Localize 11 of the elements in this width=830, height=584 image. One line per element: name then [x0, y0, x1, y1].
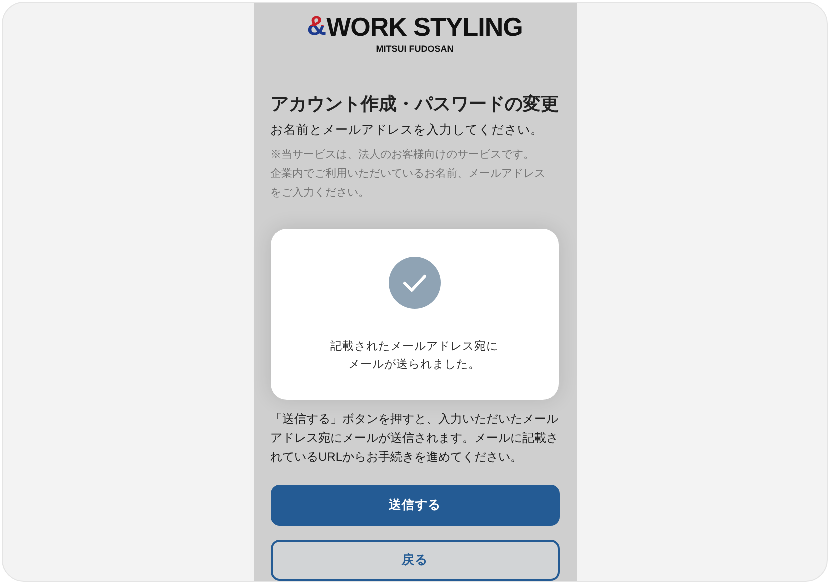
back-button[interactable]: 戻る — [270, 540, 560, 581]
check-icon — [388, 257, 440, 309]
page-title: アカウント作成・パスワードの変更 — [270, 92, 560, 115]
dialog-message: 記載されたメールアドレス宛にメールが送られました。 — [330, 339, 498, 373]
note-text: 企業内でご利用いただいているお名前、メールアドレスをご入力ください。 — [270, 166, 546, 201]
lead-text: お名前とメールアドレスを入力してください。 — [270, 122, 544, 139]
send-button[interactable]: 送信する — [270, 485, 560, 526]
logo-company: MITSUI FUDOSAN — [376, 43, 454, 56]
note-text: ※当サービスは、法人のお客様向けのサービスです。 — [270, 148, 536, 163]
instruction-text: 「送信する」ボタンを押すと、入力いただいたメールアドレス宛にメールが送信されます。メールに記載されているURLからお手続きを進めてください。 — [270, 411, 560, 466]
logo-wordmark: WORK STYLING — [326, 14, 523, 40]
